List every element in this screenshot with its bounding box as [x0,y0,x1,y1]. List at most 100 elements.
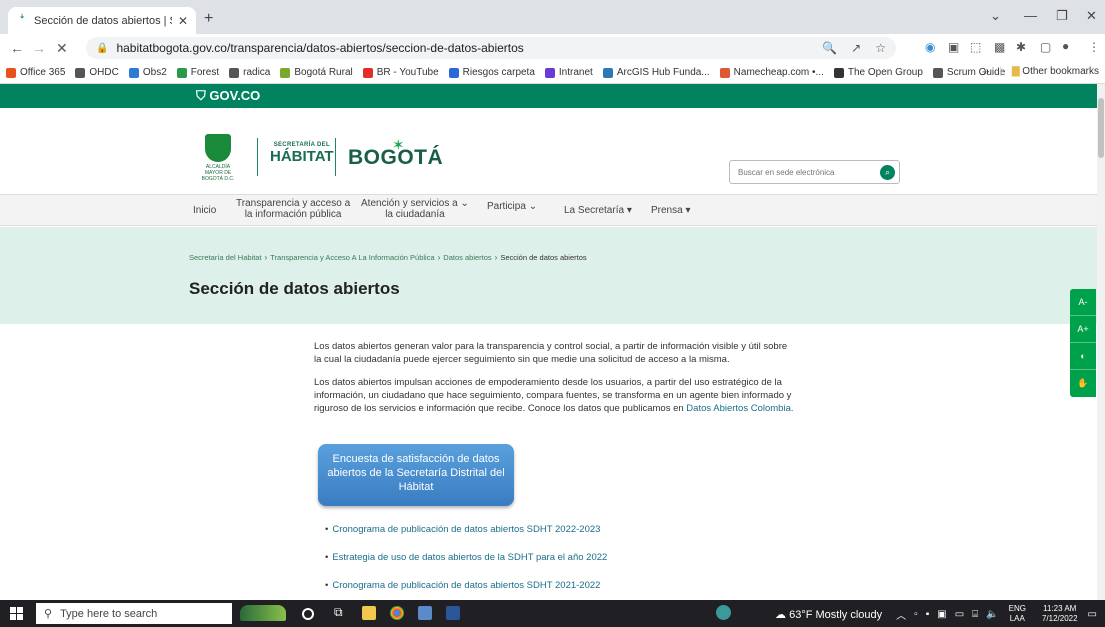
taskbar-search[interactable]: ⚲ Type here to search [36,603,232,624]
windows-start-icon[interactable] [10,607,23,620]
bookmark-item[interactable]: The Open Group [833,67,923,78]
volume-icon[interactable]: 🔈 [986,609,998,620]
bookmark-favicon-icon [229,67,240,78]
bookmark-label: Obs2 [142,67,167,78]
bookmark-label: Namecheap.com •... [733,67,824,78]
side-panel-icon[interactable]: ▢ [1040,40,1051,54]
profile-avatar-icon[interactable]: ● [1062,39,1069,53]
secretaria-habitat-logo[interactable]: SECRETARÍA DEL HÁBITAT [270,142,334,165]
browser-tab[interactable]: ꜜ Sección de datos abiertos | Secre ✕ [8,7,196,34]
bookmark-item[interactable]: BR - YouTube [362,67,439,78]
decrease-font-button[interactable]: A- [1070,289,1096,316]
folder-icon: ▇ [1011,66,1020,77]
search-icon[interactable]: ⌕ [880,165,895,180]
contrast-icon[interactable]: ◐ [1070,343,1096,370]
breadcrumb-link[interactable]: Secretaría del Habitat [189,253,262,262]
extension-icon[interactable]: ◉ [925,40,935,54]
nav-participa[interactable]: Participa ⌄ [487,201,537,212]
bookmark-item[interactable]: ArcGIS Hub Funda... [602,67,710,78]
extension-icon[interactable]: ▣ [948,40,959,54]
nav-atencion[interactable]: Atención y servicios a ⌄ la ciudadanía [361,198,469,220]
close-tab-icon[interactable]: ✕ [178,14,188,28]
bookmark-label: The Open Group [847,67,923,78]
tray-icon[interactable]: ▫ [914,609,918,620]
battery-icon[interactable]: ▭ [955,609,964,620]
weather-status[interactable]: ☁ 63°F Mostly cloudy [775,608,882,621]
nav-la-secretaria[interactable]: La Secretaría ▾ [564,205,632,216]
share-icon[interactable]: ↗ [851,41,861,55]
language-indicator[interactable]: ENG LAA [1009,604,1026,624]
web-page: ⛉ GOV.CO ALCALDÍA MAYOR DE BOGOTÁ D.C. S… [0,84,1097,600]
weather-widget-icon[interactable] [240,605,286,621]
app-icon[interactable] [418,606,432,620]
extension-icon[interactable]: ⬚ [970,40,981,54]
tray-icon[interactable]: ▣ [937,609,946,620]
url-text: habitatbogota.gov.co/transparencia/datos… [116,41,524,55]
bookmark-item[interactable]: OHDC [75,67,119,78]
new-tab-button[interactable]: + [204,10,213,28]
page-scrollbar[interactable] [1097,84,1105,600]
bookmark-label: Forest [190,67,220,78]
bookmark-favicon-icon [544,67,555,78]
bookmark-item[interactable]: radica [229,67,270,78]
alcaldia-logo[interactable]: ALCALDÍA MAYOR DE BOGOTÁ D.C. [197,134,239,182]
bookmark-favicon-icon [833,67,844,78]
title-banner: Secretaría del Habitat › Transparencia y A… [0,227,1097,324]
bookmark-label: Bogotá Rural [294,67,353,78]
minimize-icon[interactable]: — [1024,8,1037,23]
bookmark-item[interactable]: Bogotá Rural [280,67,353,78]
extensions-puzzle-icon[interactable]: ✱ [1016,40,1026,54]
breadcrumb-link[interactable]: Transparencia y Acceso A La Información … [270,253,434,262]
forward-icon[interactable]: → [32,40,46,56]
document-link[interactable]: Cronograma de publicación de datos abier… [332,524,600,535]
cortana-icon[interactable] [302,608,314,620]
scrollbar-thumb[interactable] [1098,98,1104,158]
clock[interactable]: 11:23 AM 7/12/2022 [1042,604,1078,624]
gov-bar: ⛉ GOV.CO [0,84,1097,108]
stop-loading-icon[interactable]: ✕ [56,40,68,57]
bookmark-item[interactable]: Forest [176,67,220,78]
more-bookmarks-button[interactable]: » [984,66,990,77]
bookmark-item[interactable]: Namecheap.com •... [719,67,824,78]
task-view-icon[interactable]: ⧉ [334,605,348,619]
tab-search-icon[interactable]: ⌄ [990,8,1001,24]
gov-co-logo[interactable]: ⛉ GOV.CO [196,88,260,104]
increase-font-button[interactable]: A+ [1070,316,1096,343]
intro-paragraph: Los datos abiertos generan valor para la… [314,341,788,365]
breadcrumb-link[interactable]: Datos abiertos [443,253,491,262]
document-link[interactable]: Estrategia de uso de datos abiertos de l… [332,552,607,563]
bookmark-item[interactable]: Office 365 [6,67,65,78]
app-icon[interactable] [716,605,731,620]
network-icon[interactable]: ⌸ [972,609,978,620]
lock-icon[interactable]: 🔒 [96,43,108,54]
bookmark-item[interactable]: Intranet [544,67,593,78]
nav-transparencia[interactable]: Transparencia y acceso a la información p… [236,198,350,220]
chevron-up-icon[interactable]: ︿ [896,607,906,622]
notifications-icon[interactable]: ▭ [1088,609,1097,620]
word-icon[interactable] [446,606,460,620]
back-icon[interactable]: ← [10,40,24,56]
zoom-icon[interactable]: 🔍 [822,41,837,55]
sign-language-icon[interactable]: ✋ [1070,370,1096,397]
bookmark-label: Office 365 [20,67,66,78]
restore-icon[interactable]: ❐ [1056,8,1068,24]
nav-prensa[interactable]: Prensa ▾ [651,205,691,216]
site-search-input[interactable] [730,161,870,183]
url-field[interactable]: 🔒 habitatbogota.gov.co/transparencia/dat… [86,37,896,59]
bookmark-star-icon[interactable]: ☆ [875,41,886,55]
site-favicon-icon: ꜜ [19,14,25,27]
file-explorer-icon[interactable] [362,606,376,620]
extension-icon[interactable]: ▩ [994,40,1005,54]
page-title: Sección de datos abiertos [189,279,400,298]
document-link[interactable]: Cronograma de publicación de datos abier… [332,580,600,591]
other-bookmarks-folder[interactable]: ▇ Other bookmarks [1012,66,1099,77]
nav-inicio[interactable]: Inicio [193,205,216,216]
bookmark-item[interactable]: Obs2 [128,67,167,78]
chrome-icon[interactable] [390,606,404,620]
survey-button[interactable]: Encuesta de satisfacción de datos abiert… [318,444,514,506]
tray-icon[interactable]: ▪ [926,609,930,620]
bookmark-item[interactable]: Riesgos carpeta [448,67,535,78]
close-window-icon[interactable]: ✕ [1086,8,1097,24]
datos-abiertos-colombia-link[interactable]: Datos Abiertos Colombia. [686,403,793,414]
menu-kebab-icon[interactable]: ⋮ [1088,40,1100,54]
